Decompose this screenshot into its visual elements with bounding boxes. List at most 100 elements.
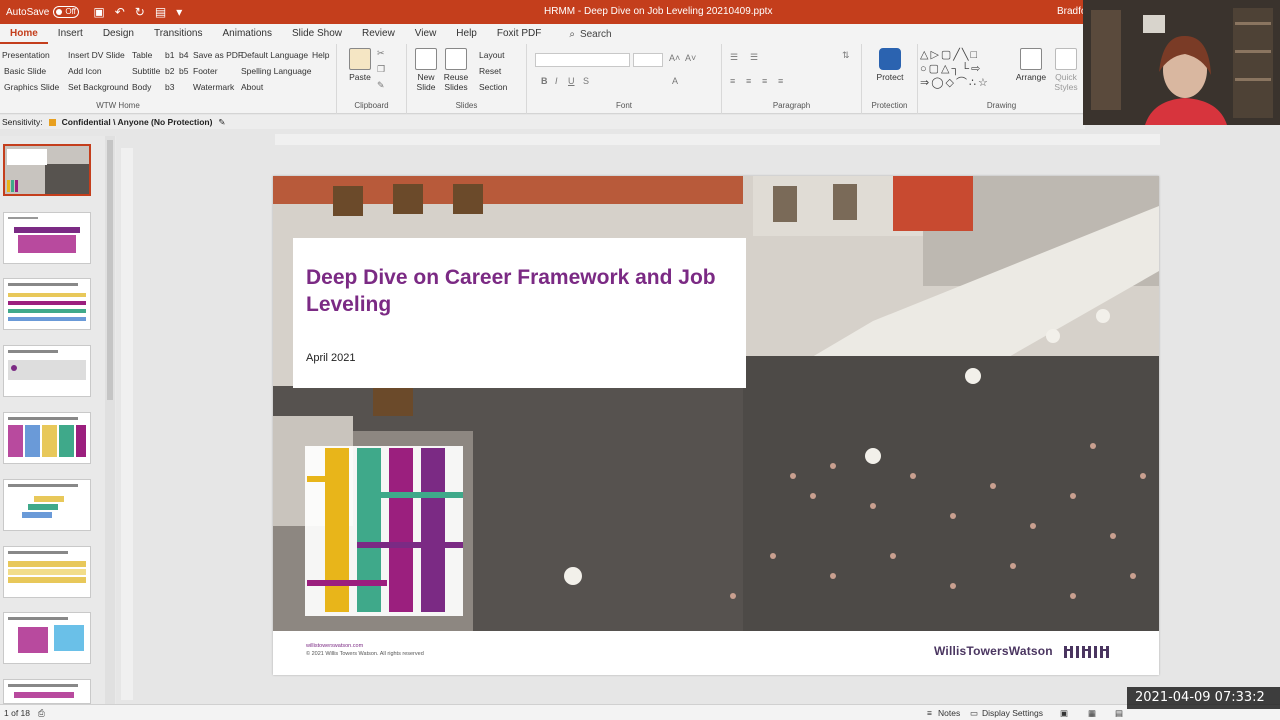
slide-thumbnail-6[interactable] xyxy=(3,479,91,531)
underline-icon[interactable]: U xyxy=(568,76,575,86)
present-icon[interactable]: ▤ xyxy=(155,5,166,19)
numbering-icon[interactable]: ☰ xyxy=(750,52,758,63)
thumbnail-preview xyxy=(8,684,78,698)
tab-animations[interactable]: Animations xyxy=(213,24,282,44)
save-as-pdf-button[interactable]: Save as PDF xyxy=(193,50,243,60)
body-button[interactable]: Body xyxy=(132,82,151,92)
slide-thumbnail-8[interactable] xyxy=(3,612,91,664)
align-left-icon[interactable]: ≡ xyxy=(730,76,735,86)
quick-styles-button[interactable]: Quick Styles xyxy=(1051,48,1081,92)
tab-foxit-pdf[interactable]: Foxit PDF xyxy=(487,24,551,44)
notes-icon[interactable]: ≡ xyxy=(927,708,932,718)
search-box[interactable]: ⌕ Search xyxy=(569,29,611,40)
edit-sensitivity-icon[interactable]: ✎ xyxy=(218,117,225,128)
shrink-font-icon[interactable]: A˅ xyxy=(685,53,696,63)
autosave-toggle[interactable]: AutoSave Off xyxy=(6,6,80,18)
thumbnail-preview xyxy=(8,217,80,253)
reuse-slides-button[interactable]: Reuse Slides xyxy=(441,48,471,92)
tab-slide-show[interactable]: Slide Show xyxy=(282,24,352,44)
slide-thumbnail-3[interactable] xyxy=(3,278,91,330)
section-button[interactable]: Section xyxy=(479,82,507,92)
b4-button[interactable]: b4 xyxy=(179,50,188,60)
autosave-state[interactable]: Off xyxy=(53,6,80,18)
b5-button[interactable]: b5 xyxy=(179,66,188,76)
b1-button[interactable]: b1 xyxy=(165,50,174,60)
new-slide-label: New Slide xyxy=(416,72,436,92)
slide-sorter-icon[interactable]: ▦ xyxy=(1088,708,1096,719)
slide-thumbnail-1[interactable] xyxy=(3,144,91,196)
save-icon[interactable]: ▣ xyxy=(93,5,104,19)
shapes-gallery[interactable]: △▷▢╱╲□ ○▢△┐└⇨ ⇒◯◇⌒∴☆ xyxy=(920,48,1000,90)
sensitivity-value[interactable]: Confidential \ Anyone (No Protection) xyxy=(62,117,213,127)
default-language-button[interactable]: Default Language xyxy=(241,50,308,60)
redo-icon[interactable]: ↻ xyxy=(135,5,145,19)
tab-home[interactable]: Home xyxy=(0,24,48,44)
graphics-slide-button[interactable]: Graphics Slide xyxy=(4,82,59,92)
insert-dv-slide-button[interactable]: Insert DV Slide xyxy=(68,50,125,60)
subtitle-button[interactable]: Subtitle xyxy=(132,66,160,76)
spelling-language-button[interactable]: Spelling Language xyxy=(241,66,311,76)
format-painter-icon[interactable]: ✎ xyxy=(377,80,385,91)
bullets-icon[interactable]: ☰ xyxy=(730,52,738,63)
add-icon-button[interactable]: Add Icon xyxy=(68,66,102,76)
thumbnail-preview xyxy=(5,146,89,194)
undo-icon[interactable]: ↶ xyxy=(115,5,125,19)
slide-date[interactable]: April 2021 xyxy=(306,352,356,364)
tab-review[interactable]: Review xyxy=(352,24,405,44)
reset-button[interactable]: Reset xyxy=(479,66,501,76)
tab-view[interactable]: View xyxy=(405,24,447,44)
presentation-button[interactable]: Presentation xyxy=(2,50,50,60)
slide-thumbnail-4[interactable] xyxy=(3,345,91,397)
bold-icon[interactable]: B xyxy=(541,76,548,86)
slides-group: New Slide Reuse Slides Layout Reset Sect… xyxy=(407,44,527,114)
slide-canvas[interactable]: Deep Dive on Career Framework and Job Le… xyxy=(273,176,1159,675)
font-color-icon[interactable]: A xyxy=(672,76,678,86)
title-box[interactable]: Deep Dive on Career Framework and Job Le… xyxy=(293,238,746,388)
notes-button[interactable]: Notes xyxy=(938,708,960,718)
slide-thumbnail-9[interactable] xyxy=(3,679,91,704)
basic-slide-button[interactable]: Basic Slide xyxy=(4,66,46,76)
shadow-icon[interactable]: S xyxy=(583,76,589,86)
footer-button[interactable]: Footer xyxy=(193,66,218,76)
tab-insert[interactable]: Insert xyxy=(48,24,93,44)
grow-font-icon[interactable]: A˄ xyxy=(669,53,680,63)
help-button[interactable]: Help xyxy=(312,50,329,60)
justify-icon[interactable]: ≡ xyxy=(778,76,783,86)
accessibility-icon[interactable]: ⎙ xyxy=(38,708,45,719)
arrange-button[interactable]: Arrange xyxy=(1014,48,1048,82)
sensitivity-flag-icon xyxy=(48,118,56,126)
protect-button[interactable]: Protect xyxy=(874,48,906,82)
about-button[interactable]: About xyxy=(241,82,263,92)
b2-button[interactable]: b2 xyxy=(165,66,174,76)
watermark-button[interactable]: Watermark xyxy=(193,82,234,92)
display-settings-icon[interactable]: ▭ xyxy=(970,708,978,719)
customize-qat-icon[interactable]: ▾ xyxy=(176,5,182,19)
slide-thumbnail-7[interactable] xyxy=(3,546,91,598)
tab-help[interactable]: Help xyxy=(446,24,487,44)
tab-design[interactable]: Design xyxy=(93,24,144,44)
slide-thumbnail-5[interactable] xyxy=(3,412,91,464)
new-slide-button[interactable]: New Slide xyxy=(411,48,441,92)
reading-view-icon[interactable]: ▤ xyxy=(1115,708,1123,719)
italic-icon[interactable]: I xyxy=(555,76,558,86)
slide-title[interactable]: Deep Dive on Career Framework and Job Le… xyxy=(306,264,726,318)
table-button[interactable]: Table xyxy=(132,50,152,60)
set-background-button[interactable]: Set Background xyxy=(68,82,128,92)
tab-transitions[interactable]: Transitions xyxy=(144,24,213,44)
scrollbar-thumb[interactable] xyxy=(107,140,113,400)
thumbnail-scrollbar[interactable] xyxy=(105,136,115,704)
align-center-icon[interactable]: ≡ xyxy=(746,76,751,86)
text-direction-icon[interactable]: ⇅ xyxy=(842,50,850,61)
font-name-dropdown[interactable] xyxy=(535,53,630,67)
slide-thumbnail-2[interactable] xyxy=(3,212,91,264)
paste-button[interactable]: Paste xyxy=(345,48,375,82)
display-settings-button[interactable]: Display Settings xyxy=(982,708,1043,718)
align-right-icon[interactable]: ≡ xyxy=(762,76,767,86)
font-size-dropdown[interactable] xyxy=(633,53,663,67)
copy-icon[interactable]: ❐ xyxy=(377,64,385,75)
normal-view-icon[interactable]: ▣ xyxy=(1060,708,1068,719)
cut-icon[interactable]: ✂ xyxy=(377,48,385,59)
layout-button[interactable]: Layout xyxy=(479,50,505,60)
b3-button[interactable]: b3 xyxy=(165,82,174,92)
thumbnail-preview xyxy=(8,417,86,457)
